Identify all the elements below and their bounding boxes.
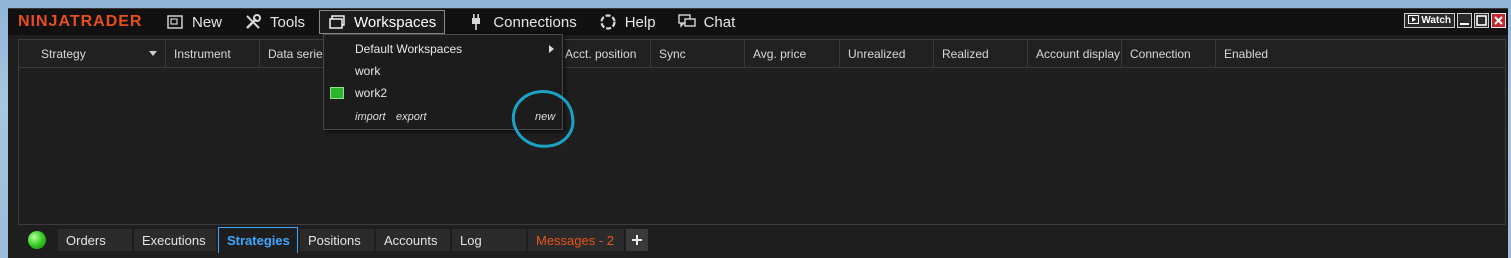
tab-log-label: Log xyxy=(460,232,482,248)
menu-new-label: New xyxy=(192,13,223,31)
tab-strategies-label: Strategies xyxy=(227,233,290,248)
column-unrealized-label: Unrealized xyxy=(848,47,906,61)
watch-label: Watch xyxy=(1421,15,1451,26)
strategies-grid: Strategy Instrument Data series Acct. po… xyxy=(18,39,1506,225)
tab-orders-label: Orders xyxy=(66,232,106,248)
export-link[interactable]: export xyxy=(396,111,427,123)
menu-chat[interactable]: Chat xyxy=(670,10,744,34)
import-link[interactable]: import xyxy=(355,111,386,123)
column-realized-label: Realized xyxy=(942,47,989,61)
tab-positions-label: Positions xyxy=(308,232,361,248)
column-connection-label: Connection xyxy=(1130,47,1191,61)
column-unrealized[interactable]: Unrealized xyxy=(840,40,934,68)
column-strategy[interactable]: Strategy xyxy=(19,40,166,68)
menu-new[interactable]: New xyxy=(158,10,230,34)
tab-strategies[interactable]: Strategies xyxy=(218,227,298,253)
bottom-tab-bar: Orders Executions Strategies Positions A… xyxy=(18,225,1506,255)
column-avg-price-label: Avg. price xyxy=(753,47,807,61)
plus-icon xyxy=(632,235,642,245)
window-controls: Watch xyxy=(1404,13,1506,28)
tab-accounts-label: Accounts xyxy=(384,232,438,248)
menu-bar: NINJATRADER New Tools Workspaces Connect… xyxy=(8,9,1508,35)
workspaces-icon xyxy=(328,13,346,31)
column-enabled[interactable]: Enabled xyxy=(1216,40,1306,68)
column-enabled-label: Enabled xyxy=(1224,47,1269,61)
column-acct-position[interactable]: Acct. position xyxy=(557,40,651,68)
column-sync[interactable]: Sync xyxy=(651,40,745,68)
column-account-display-label: Account display xyxy=(1036,47,1121,61)
menu-connections[interactable]: Connections xyxy=(459,10,584,34)
chat-icon xyxy=(677,13,696,31)
tab-messages[interactable]: Messages - 2 xyxy=(528,229,624,251)
watch-button[interactable]: Watch xyxy=(1404,13,1455,28)
menu-connections-label: Connections xyxy=(493,13,577,31)
column-account-display[interactable]: Account display xyxy=(1028,40,1122,68)
active-workspace-icon xyxy=(330,87,344,99)
column-acct-position-label: Acct. position xyxy=(565,47,637,61)
add-tab-button[interactable] xyxy=(626,229,648,251)
minimize-icon[interactable] xyxy=(1457,13,1472,28)
tab-executions[interactable]: Executions xyxy=(134,229,216,251)
column-strategy-label: Strategy xyxy=(41,47,86,61)
play-icon xyxy=(1408,14,1420,27)
tab-executions-label: Executions xyxy=(142,232,206,248)
column-realized[interactable]: Realized xyxy=(934,40,1028,68)
menu-workspaces[interactable]: Workspaces xyxy=(319,10,446,34)
column-avg-price[interactable]: Avg. price xyxy=(745,40,840,68)
column-instrument-label: Instrument xyxy=(174,47,231,61)
menu-tools-label: Tools xyxy=(270,13,306,31)
workspace-item-label: work xyxy=(355,64,381,78)
column-data-series-label: Data series xyxy=(268,47,329,61)
menu-help[interactable]: Help xyxy=(591,10,664,34)
column-instrument[interactable]: Instrument xyxy=(166,40,260,68)
maximize-icon[interactable] xyxy=(1474,13,1489,28)
tab-accounts[interactable]: Accounts xyxy=(376,229,450,251)
help-lifebuoy-icon xyxy=(599,13,617,31)
menu-workspaces-label: Workspaces xyxy=(354,13,437,31)
submenu-arrow-icon xyxy=(549,45,554,53)
column-connection[interactable]: Connection xyxy=(1122,40,1216,68)
tab-messages-label: Messages - 2 xyxy=(536,232,615,248)
column-sync-label: Sync xyxy=(659,47,686,61)
grid-header: Strategy Instrument Data series Acct. po… xyxy=(19,40,1505,68)
new-window-icon xyxy=(166,13,184,31)
workspace-item-default-workspaces[interactable]: Default Workspaces xyxy=(324,39,562,59)
tools-icon xyxy=(244,13,262,31)
workspace-item-label: work2 xyxy=(355,86,388,100)
plug-icon xyxy=(467,13,485,31)
dropdown-arrow-icon[interactable] xyxy=(149,51,157,56)
menu-help-label: Help xyxy=(624,13,656,31)
close-icon[interactable] xyxy=(1491,13,1506,28)
tab-positions[interactable]: Positions xyxy=(300,229,374,251)
menu-chat-label: Chat xyxy=(703,13,736,31)
menu-tools[interactable]: Tools xyxy=(236,10,313,34)
tab-orders[interactable]: Orders xyxy=(58,229,132,251)
connection-status-icon xyxy=(28,231,46,249)
workspace-item-label: Default Workspaces xyxy=(355,42,463,56)
control-center-window: NINJATRADER New Tools Workspaces Connect… xyxy=(8,8,1508,258)
ninjatrader-logo: NINJATRADER xyxy=(18,13,143,30)
workspace-item-work[interactable]: work xyxy=(324,61,562,81)
tab-log[interactable]: Log xyxy=(452,229,526,251)
